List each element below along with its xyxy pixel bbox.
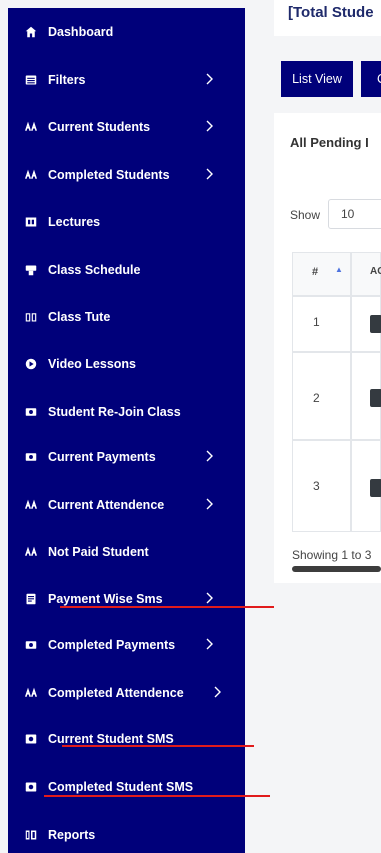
play-icon — [24, 357, 38, 371]
annotation-underline — [44, 795, 270, 797]
sidebar-item-completed-attendence[interactable]: Completed Attendence — [8, 678, 245, 708]
table-cell-action — [351, 352, 381, 440]
sidebar-item-label: Current Student SMS — [48, 732, 174, 746]
sidebar-item-label: Lectures — [48, 215, 101, 229]
sidebar-item-class-tute[interactable]: Class Tute — [8, 302, 245, 332]
second-view-button[interactable]: C — [361, 61, 381, 97]
sidebar-item-label: Completed Students — [48, 168, 170, 182]
row-number: 2 — [313, 391, 320, 405]
sidebar-item-label: Student Re-Join Class — [48, 405, 181, 419]
sidebar-item-class-schedule[interactable]: Class Schedule — [8, 255, 245, 285]
sidebar-item-label: Completed Payments — [48, 638, 176, 652]
reports-icon — [24, 828, 38, 842]
show-label: Show — [290, 208, 321, 222]
row-number: 1 — [313, 315, 320, 329]
sms-icon — [24, 780, 38, 794]
page-size-value: 10 — [341, 207, 355, 221]
sidebar-item-dashboard[interactable]: Dashboard — [8, 17, 245, 47]
sidebar-item-label: Class Schedule — [48, 263, 141, 277]
sort-asc-icon: ▲ — [335, 265, 343, 274]
users-icon — [24, 168, 38, 182]
sidebar-item-video-lessons[interactable]: Video Lessons — [8, 349, 245, 379]
sidebar-item-label: Filters — [48, 73, 86, 87]
chalkboard-icon — [24, 215, 38, 229]
sidebar-item-payment-wise-sms[interactable]: Payment Wise Sms — [8, 584, 245, 614]
sidebar-item-label: Not Paid Student — [48, 545, 149, 559]
table-cell-action — [351, 440, 381, 532]
money-icon — [24, 450, 38, 464]
list-icon — [24, 73, 38, 87]
page-title: [Total Stude — [288, 4, 374, 21]
sidebar: Dashboard Filters Current Students Compl… — [8, 8, 245, 853]
sidebar-item-filters[interactable]: Filters — [8, 65, 245, 95]
column-header-label: # — [312, 266, 319, 278]
sidebar-item-current-students[interactable]: Current Students — [8, 112, 245, 142]
sidebar-item-current-student-sms[interactable]: Current Student SMS — [8, 724, 245, 754]
list-view-button[interactable]: List View — [281, 61, 353, 97]
chevron-right-icon — [205, 450, 217, 464]
money-icon — [24, 638, 38, 652]
book-icon — [24, 310, 38, 324]
sidebar-item-current-payments[interactable]: Current Payments — [8, 442, 245, 472]
sidebar-item-completed-payments[interactable]: Completed Payments — [8, 630, 245, 660]
table-row: 2 — [292, 352, 351, 440]
sidebar-item-label: Current Students — [48, 120, 151, 134]
sidebar-item-label: Current Attendence — [48, 498, 165, 512]
sidebar-item-reports[interactable]: Reports — [8, 820, 245, 850]
message-icon — [24, 592, 38, 606]
chevron-right-icon — [213, 686, 225, 700]
sidebar-item-not-paid[interactable]: Not Paid Student — [8, 537, 245, 567]
chevron-right-icon — [205, 73, 217, 87]
sidebar-item-label: Reports — [48, 828, 96, 842]
sidebar-item-current-attendence[interactable]: Current Attendence — [8, 490, 245, 520]
table-row: 3 — [292, 440, 351, 532]
sidebar-item-label: Completed Student SMS — [48, 780, 194, 794]
column-header-action[interactable]: AC — [351, 252, 381, 296]
users-icon — [24, 498, 38, 512]
annotation-underline — [62, 745, 254, 747]
table-row: 1 — [292, 296, 351, 352]
column-header-label: AC — [370, 266, 381, 277]
users-icon — [24, 120, 38, 134]
card-title: All Pending I — [290, 135, 369, 150]
money-icon — [24, 405, 38, 419]
schedule-icon — [24, 263, 38, 277]
sidebar-item-lectures[interactable]: Lectures — [8, 207, 245, 237]
table-info-text: Showing 1 to 3 — [292, 548, 372, 562]
row-number: 3 — [313, 479, 320, 493]
chevron-right-icon — [205, 498, 217, 512]
chevron-right-icon — [205, 120, 217, 134]
horizontal-scrollbar[interactable] — [292, 566, 381, 572]
sidebar-item-label: Class Tute — [48, 310, 111, 324]
row-action-button[interactable] — [370, 479, 381, 497]
sidebar-item-completed-student-sms[interactable]: Completed Student SMS — [8, 772, 245, 802]
sidebar-item-label: Video Lessons — [48, 357, 136, 371]
sidebar-item-label: Dashboard — [48, 25, 114, 39]
sidebar-item-completed-students[interactable]: Completed Students — [8, 160, 245, 190]
sidebar-item-label: Payment Wise Sms — [48, 592, 163, 606]
column-header-number[interactable]: # ▲ — [292, 252, 351, 296]
row-action-button[interactable] — [370, 389, 381, 407]
home-icon — [24, 25, 38, 39]
users-icon — [24, 545, 38, 559]
header-card: [Total Stude — [274, 0, 381, 36]
table-cell-action — [351, 296, 381, 352]
users-icon — [24, 686, 38, 700]
sidebar-item-label: Current Payments — [48, 450, 156, 464]
sms-icon — [24, 732, 38, 746]
sidebar-item-label: Completed Attendence — [48, 686, 184, 700]
chevron-right-icon — [205, 638, 217, 652]
row-action-button[interactable] — [370, 315, 381, 333]
page-size-select[interactable]: 10 — [328, 199, 381, 229]
chevron-right-icon — [205, 592, 217, 606]
sidebar-item-student-rejoin[interactable]: Student Re-Join Class — [8, 397, 245, 427]
annotation-underline — [60, 606, 274, 608]
chevron-right-icon — [205, 168, 217, 182]
